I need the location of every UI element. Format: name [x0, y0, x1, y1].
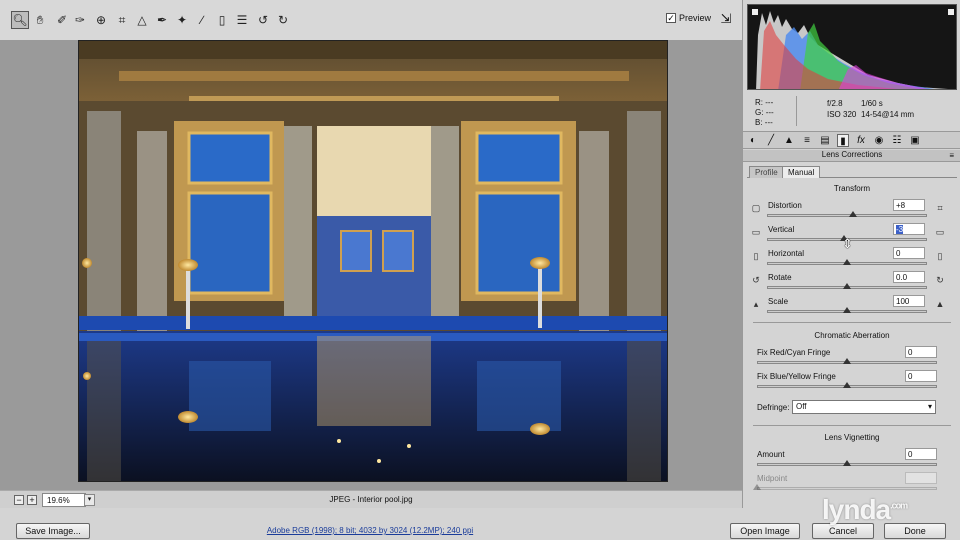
vertical-label: Vertical [768, 225, 795, 234]
highlight-clipping-icon[interactable] [948, 9, 954, 15]
adjustment-brush-icon[interactable]: ∕ [193, 11, 211, 29]
camera-calibration-tab-icon[interactable]: ◉ [873, 134, 885, 147]
readout-info: R: --- G: --- B: --- f/2.8 1/60 s ISO 320… [747, 94, 957, 130]
lens-vignetting-title: Lens Vignetting [824, 433, 880, 442]
vertical-field[interactable]: -3 [893, 223, 925, 235]
horizontal-field[interactable]: 0 [893, 247, 925, 259]
horizontal-label: Horizontal [768, 249, 805, 258]
scale-small-icon: ▴ [753, 299, 759, 309]
vertical-right-icon: ▭ [935, 227, 945, 237]
spot-removal-icon[interactable]: ✒ [153, 11, 171, 29]
horizontal-right-icon: ▯ [937, 251, 943, 261]
hand-icon[interactable]: ✋︎ [31, 11, 49, 29]
white-balance-icon[interactable]: ✐ [53, 11, 71, 29]
divider [753, 425, 951, 426]
exif-readout: f/2.8 1/60 s ISO 320 14-54@14 mm [827, 99, 915, 119]
defringe-label: Defringe: [757, 403, 790, 412]
chromatic-aberration-title: Chromatic Aberration [814, 331, 890, 340]
open-image-button[interactable]: Open Image [730, 523, 800, 539]
rotate-cw-icon[interactable]: ↻ [274, 11, 292, 29]
panel-title: Lens Corrections [743, 150, 960, 162]
graduated-filter-icon[interactable]: ▯ [213, 11, 231, 29]
distortion-barrel-icon: ▢ [751, 203, 761, 213]
midpoint-field [905, 472, 937, 484]
bottom-bar: Save Image... Adobe RGB (1998); 8 bit; 4… [0, 508, 960, 540]
blue-yellow-slider-thumb[interactable] [843, 382, 851, 388]
status-bar: − + 19.6% ▾ JPEG - Interior pool.jpg [0, 490, 742, 508]
straighten-icon[interactable]: △ [133, 11, 151, 29]
scale-label: Scale [768, 297, 789, 306]
divider [753, 322, 951, 323]
amount-slider-thumb[interactable] [843, 460, 851, 466]
vertical-left-icon: ▭ [751, 227, 761, 237]
preview-checkbox[interactable]: ✓ [666, 13, 676, 23]
workflow-options-link[interactable]: Adobe RGB (1998); 8 bit; 4032 by 3024 (1… [0, 526, 740, 535]
red-cyan-label: Fix Red/Cyan Fringe [757, 348, 831, 357]
midpoint-slider-thumb [753, 484, 761, 490]
rotate-slider-thumb[interactable] [843, 283, 851, 289]
transform-title: Transform [833, 184, 871, 193]
rgb-readout: R: --- G: --- B: --- [755, 98, 774, 127]
distortion-field[interactable]: +8 [893, 199, 925, 211]
preview-toggle[interactable]: ✓ Preview [666, 13, 711, 23]
defringe-select[interactable]: Off ▾ [792, 400, 936, 414]
distortion-label: Distortion [768, 201, 802, 210]
distortion-slider[interactable] [767, 214, 927, 217]
split-toning-tab-icon[interactable]: ▤ [819, 134, 831, 147]
color-sampler-icon[interactable]: ✑ [71, 11, 89, 29]
rotate-right-icon: ↻ [936, 275, 944, 285]
toolbar: 🔍︎ ✋︎ ✐ ✑ ⊕ ⌗ △ ✒ ✦ ∕ ▯ ☰ ↺ ↻ ✓ Preview … [0, 0, 742, 40]
preview-label: Preview [679, 13, 712, 23]
distortion-slider-thumb[interactable] [849, 211, 858, 217]
tab-manual[interactable]: Manual [782, 166, 821, 178]
rotate-left-icon: ↺ [752, 275, 760, 285]
horizontal-slider-thumb[interactable] [843, 259, 851, 265]
presets-tab-icon[interactable]: ☷ [891, 134, 903, 147]
lens-corrections-tab-icon[interactable]: ▮ [837, 134, 849, 147]
tab-profile[interactable]: Profile [749, 166, 784, 178]
blue-yellow-label: Fix Blue/Yellow Fringe [757, 372, 836, 381]
preferences-icon[interactable]: ☰ [233, 11, 251, 29]
red-cyan-slider-thumb[interactable] [843, 358, 851, 364]
rotate-field[interactable]: 0.0 [893, 271, 925, 283]
amount-field[interactable]: 0 [905, 448, 937, 460]
target-adjust-icon[interactable]: ⊕ [92, 11, 110, 29]
file-name: JPEG - Interior pool.jpg [329, 495, 413, 504]
shadow-clipping-icon[interactable] [752, 9, 758, 15]
midpoint-label: Midpoint [757, 474, 788, 483]
detail-tab-icon[interactable]: ▲ [783, 134, 795, 147]
chevron-down-icon: ▾ [927, 402, 932, 411]
amount-label: Amount [757, 450, 785, 459]
fx-tab-icon[interactable]: fx [855, 134, 867, 147]
histogram [747, 4, 957, 90]
mouse-cursor-icon: ⇕ [842, 236, 853, 251]
image-canvas[interactable] [0, 40, 742, 490]
lens-subtabs: Profile Manual [747, 166, 957, 178]
right-panel: R: --- G: --- B: --- f/2.8 1/60 s ISO 320… [742, 0, 960, 508]
lynda-watermark: lynda.com [822, 494, 908, 525]
midpoint-slider [757, 487, 937, 490]
rotate-label: Rotate [768, 273, 792, 282]
distortion-pincushion-icon: ⌗ [937, 203, 943, 213]
hsl-tab-icon[interactable]: ≡ [801, 134, 813, 147]
fullscreen-icon[interactable]: ⇲ [717, 11, 735, 29]
panel-tab-bar: ◐ ╱ ▲ ≡ ▤ ▮ fx ◉ ☷ ▣ [743, 131, 960, 149]
zoom-icon[interactable]: 🔍︎ [11, 11, 29, 29]
scale-large-icon: ▲ [935, 299, 945, 309]
red-cyan-field[interactable]: 0 [905, 346, 937, 358]
tone-curve-tab-icon[interactable]: ╱ [765, 134, 777, 147]
photo-preview [78, 40, 668, 482]
crop-icon[interactable]: ⌗ [113, 11, 131, 29]
rotate-ccw-icon[interactable]: ↺ [254, 11, 272, 29]
basic-tab-icon[interactable]: ◐ [747, 134, 759, 147]
snapshots-tab-icon[interactable]: ▣ [909, 134, 921, 147]
panel-menu-icon[interactable]: ≡ [949, 151, 954, 160]
scale-field[interactable]: 100 [893, 295, 925, 307]
red-eye-icon[interactable]: ✦ [173, 11, 191, 29]
horizontal-left-icon: ▯ [753, 251, 759, 261]
blue-yellow-field[interactable]: 0 [905, 370, 937, 382]
scale-slider-thumb[interactable] [843, 307, 851, 313]
